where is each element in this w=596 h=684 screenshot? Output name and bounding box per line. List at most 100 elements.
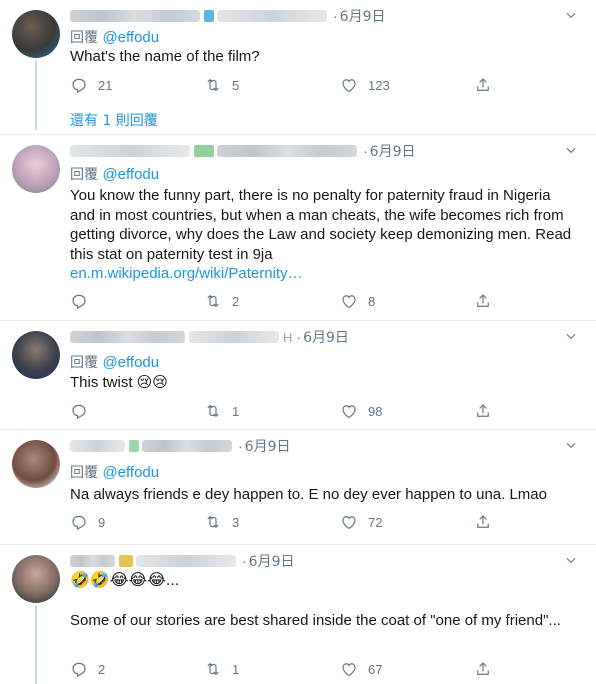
avatar[interactable] <box>12 331 60 379</box>
chevron-down-icon[interactable] <box>564 8 578 22</box>
reply-label: 回覆 <box>70 355 98 371</box>
name-mark <box>119 555 133 567</box>
wikipedia-link[interactable]: en.m.wikipedia.org/wiki/Paternity… <box>70 265 303 282</box>
tweet-header: · 6月9日 <box>70 6 386 26</box>
tweet-5[interactable]: · 6月9日 🤣🤣😂😂😂... Some of our stories are … <box>0 545 596 684</box>
reply-icon <box>70 76 88 94</box>
like-count: 8 <box>368 293 376 309</box>
tweet-header: · 6月9日 <box>70 141 416 161</box>
tweet-emoji-line: 🤣🤣😂😂😂... <box>70 572 180 589</box>
tweet-text: What's the name of the film? <box>70 48 260 65</box>
reply-label: 回覆 <box>70 465 98 481</box>
like-button[interactable]: 98 <box>340 402 382 420</box>
user-handle-blurred[interactable] <box>217 145 357 157</box>
replying-to: 回覆 @effodu <box>70 462 159 482</box>
reply-button[interactable]: 9 <box>70 513 105 531</box>
user-name-blurred[interactable] <box>70 555 115 567</box>
name-mark <box>194 145 214 157</box>
share-button[interactable] <box>474 76 492 94</box>
separator-dot: · <box>242 553 247 569</box>
avatar[interactable] <box>12 440 60 488</box>
like-count: 67 <box>368 661 383 677</box>
tweet-date[interactable]: 6月9日 <box>370 141 416 161</box>
reply-button[interactable]: 21 <box>70 76 112 94</box>
tweet-date[interactable]: 6月9日 <box>340 6 386 26</box>
tweet-header: H · 6月9日 <box>70 327 349 347</box>
name-mark <box>129 440 139 452</box>
like-count: 72 <box>368 514 383 530</box>
tweet-date[interactable]: 6月9日 <box>249 551 295 571</box>
user-handle-blurred[interactable] <box>189 331 279 343</box>
reply-icon <box>70 660 88 678</box>
retweet-button[interactable]: 1 <box>204 660 239 678</box>
like-button[interactable]: 67 <box>340 660 382 678</box>
like-button[interactable]: 8 <box>340 292 375 310</box>
name-mark <box>204 10 214 22</box>
separator-dot: · <box>363 143 368 159</box>
tweet-actions: 1 98 <box>70 401 500 421</box>
reply-button[interactable]: 2 <box>70 660 105 678</box>
user-name-blurred[interactable] <box>70 440 125 452</box>
tweet-header: · 6月9日 <box>70 551 295 571</box>
avatar[interactable] <box>12 10 60 58</box>
separator-dot: · <box>333 8 338 24</box>
reply-count: 2 <box>98 661 106 677</box>
show-more-replies-link[interactable]: 還有 1 則回覆 <box>70 110 158 130</box>
reply-handle-link[interactable]: @effodu <box>102 354 159 371</box>
user-handle-blurred[interactable] <box>142 440 232 452</box>
chevron-down-icon[interactable] <box>564 329 578 343</box>
user-name-blurred[interactable] <box>70 145 190 157</box>
share-button[interactable] <box>474 292 492 310</box>
reply-handle-link[interactable]: @effodu <box>102 464 159 481</box>
share-icon <box>474 660 492 678</box>
user-name-blurred[interactable] <box>70 331 185 343</box>
tweet-text: This twist 😢😢 <box>70 374 168 391</box>
like-count: 123 <box>368 77 390 93</box>
heart-icon <box>340 402 358 420</box>
share-button[interactable] <box>474 660 492 678</box>
user-name-blurred[interactable] <box>70 10 200 22</box>
replying-to: 回覆 @effodu <box>70 164 159 184</box>
thread-line <box>35 605 37 684</box>
replying-to: 回覆 @effodu <box>70 352 159 372</box>
tweet-1[interactable]: · 6月9日 回覆 @effodu What's the name of the… <box>0 0 596 135</box>
separator-dot: · <box>238 438 243 454</box>
reply-icon <box>70 513 88 531</box>
like-count: 98 <box>368 403 383 419</box>
chevron-down-icon[interactable] <box>564 438 578 452</box>
tweet-header: · 6月9日 <box>70 436 291 456</box>
share-icon <box>474 402 492 420</box>
chevron-down-icon[interactable] <box>564 143 578 157</box>
tweet-date[interactable]: 6月9日 <box>245 436 291 456</box>
user-handle-blurred[interactable] <box>217 10 327 22</box>
share-button[interactable] <box>474 513 492 531</box>
tweet-3[interactable]: H · 6月9日 回覆 @effodu This twist 😢😢 1 98 <box>0 321 596 430</box>
reply-handle-link[interactable]: @effodu <box>102 166 159 183</box>
tweet-actions: 21 5 123 <box>70 75 500 95</box>
tweet-4[interactable]: · 6月9日 回覆 @effodu Na always friends e de… <box>0 430 596 545</box>
like-button[interactable]: 72 <box>340 513 382 531</box>
like-button[interactable]: 123 <box>340 76 390 94</box>
heart-icon <box>340 660 358 678</box>
retweet-icon <box>204 76 222 94</box>
reply-icon <box>70 402 88 420</box>
user-name-tail: H <box>283 329 293 345</box>
user-handle-blurred[interactable] <box>136 555 236 567</box>
share-button[interactable] <box>474 402 492 420</box>
heart-icon <box>340 292 358 310</box>
chevron-down-icon[interactable] <box>564 553 578 567</box>
retweet-button[interactable]: 1 <box>204 402 239 420</box>
retweet-icon <box>204 513 222 531</box>
retweet-button[interactable]: 3 <box>204 513 239 531</box>
reply-handle-link[interactable]: @effodu <box>102 29 159 46</box>
avatar[interactable] <box>12 145 60 193</box>
reply-button[interactable] <box>70 402 98 420</box>
reply-button[interactable] <box>70 292 98 310</box>
tweet-actions: 2 1 67 <box>70 659 500 679</box>
retweet-button[interactable]: 2 <box>204 292 239 310</box>
tweet-2[interactable]: · 6月9日 回覆 @effodu You know the funny par… <box>0 135 596 321</box>
tweet-text-content: You know the funny part, there is no pen… <box>70 187 572 263</box>
avatar[interactable] <box>12 555 60 603</box>
tweet-date[interactable]: 6月9日 <box>303 327 349 347</box>
retweet-button[interactable]: 5 <box>204 76 239 94</box>
